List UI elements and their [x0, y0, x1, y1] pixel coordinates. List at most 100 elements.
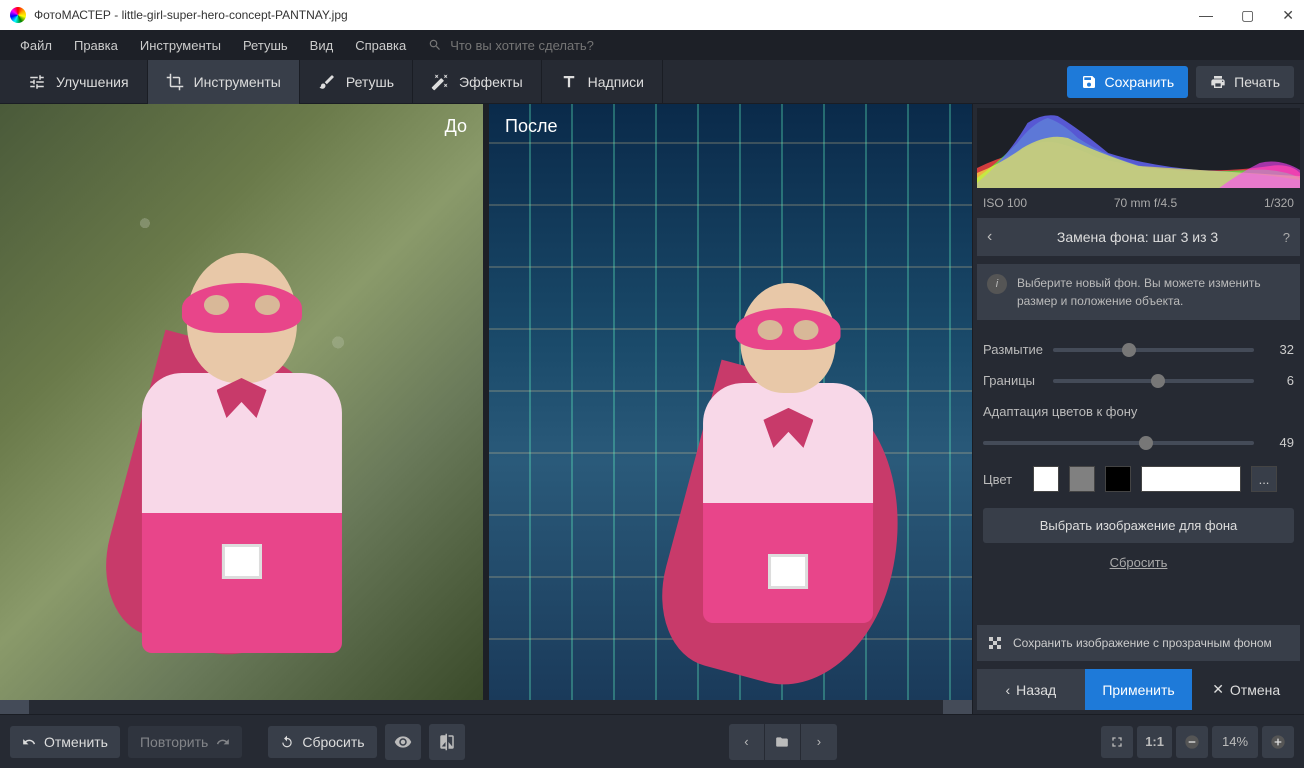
menu-help[interactable]: Справка [345, 34, 416, 57]
menubar: Файл Правка Инструменты Ретушь Вид Справ… [0, 30, 1304, 60]
info-box: i Выберите новый фон. Вы можете изменить… [977, 264, 1300, 320]
adapt-label: Адаптация цветов к фону [973, 396, 1304, 427]
tab-effects[interactable]: Эффекты [413, 60, 542, 104]
tab-enhance-label: Улучшения [56, 74, 129, 90]
color-white[interactable] [1033, 466, 1059, 492]
after-view: После [489, 104, 972, 700]
redo-label: Повторить [140, 734, 208, 750]
text-icon [560, 73, 578, 91]
exif-info: ISO 100 70 mm f/4.5 1/320 [973, 192, 1304, 214]
tab-tools[interactable]: Инструменты [148, 60, 300, 104]
titlebar: ФотоМАСТЕР - little-girl-super-hero-conc… [0, 0, 1304, 30]
back-button[interactable]: ‹Назад [977, 669, 1085, 710]
color-more-button[interactable]: ... [1251, 466, 1277, 492]
tab-text-label: Надписи [588, 74, 644, 90]
browse-button[interactable] [765, 724, 801, 760]
save-icon [1081, 74, 1097, 90]
color-black[interactable] [1105, 466, 1131, 492]
reset-label: Сбросить [302, 734, 364, 750]
blur-label: Размытие [983, 342, 1043, 357]
tab-enhance[interactable]: Улучшения [10, 60, 148, 104]
prev-button[interactable]: ‹ [729, 724, 765, 760]
cancel-button[interactable]: ✕Отмена [1192, 669, 1300, 710]
adapt-slider[interactable] [983, 441, 1254, 445]
histogram[interactable] [977, 108, 1300, 188]
zoom-group: 1:1 14% [1101, 726, 1294, 758]
sidebar: ISO 100 70 mm f/4.5 1/320 ‹ Замена фона:… [972, 104, 1304, 714]
close-button[interactable]: ✕ [1282, 7, 1294, 24]
panel-help-button[interactable]: ? [1283, 230, 1290, 245]
edges-label: Границы [983, 373, 1043, 388]
reset-button[interactable]: Сбросить [268, 726, 376, 758]
menu-file[interactable]: Файл [10, 34, 62, 57]
print-button[interactable]: Печать [1196, 66, 1294, 98]
action-buttons: ‹Назад Применить ✕Отмена [977, 669, 1300, 710]
before-view: До [0, 104, 483, 700]
undo-button[interactable]: Отменить [10, 726, 120, 758]
toolbar: Улучшения Инструменты Ретушь Эффекты Над… [0, 60, 1304, 104]
reset-link[interactable]: Сбросить [973, 551, 1304, 574]
choose-bg-button[interactable]: Выбрать изображение для фона [983, 508, 1294, 543]
compare-icon [438, 733, 456, 751]
color-gray[interactable] [1069, 466, 1095, 492]
exif-iso: ISO 100 [983, 196, 1027, 210]
edges-value: 6 [1264, 373, 1294, 388]
save-transparent-label: Сохранить изображение с прозрачным фоном [1013, 636, 1272, 650]
info-text: Выберите новый фон. Вы можете изменить р… [1017, 274, 1290, 310]
eye-button[interactable] [385, 724, 421, 760]
print-icon [1210, 74, 1226, 90]
menu-view[interactable]: Вид [300, 34, 344, 57]
blur-slider-row: Размытие 32 [973, 334, 1304, 365]
search-box[interactable] [428, 38, 650, 53]
color-custom[interactable] [1141, 466, 1241, 492]
brush-icon [318, 73, 336, 91]
canvas[interactable]: До После [0, 104, 972, 700]
compare-button[interactable] [429, 724, 465, 760]
adapt-value: 49 [1264, 435, 1294, 450]
window-controls: — ▢ ✕ [1199, 7, 1294, 24]
zoom-out-button[interactable] [1176, 726, 1208, 758]
edges-slider-row: Границы 6 [973, 365, 1304, 396]
minimize-button[interactable]: — [1199, 7, 1213, 24]
tab-retouch[interactable]: Ретушь [300, 60, 413, 104]
footer: Отменить Повторить Сбросить ‹ › 1:1 14% [0, 714, 1304, 768]
sliders-icon [28, 73, 46, 91]
fit-icon [1109, 734, 1125, 750]
horizontal-scrollbar[interactable] [0, 700, 972, 714]
menu-retouch[interactable]: Ретушь [233, 34, 298, 57]
canvas-area: До После [0, 104, 972, 714]
after-label: После [505, 116, 557, 137]
adapt-slider-row: 49 [973, 427, 1304, 458]
undo-icon [22, 735, 36, 749]
exif-shutter: 1/320 [1264, 196, 1294, 210]
exif-lens: 70 mm f/4.5 [1114, 196, 1177, 210]
edges-slider[interactable] [1053, 379, 1254, 383]
panel-title: Замена фона: шаг 3 из 3 [992, 229, 1282, 245]
window-title: ФотоМАСТЕР - little-girl-super-hero-conc… [34, 8, 348, 22]
color-row: Цвет ... [973, 458, 1304, 500]
tab-effects-label: Эффекты [459, 74, 523, 90]
eye-icon [394, 733, 412, 751]
next-button[interactable]: › [801, 724, 837, 760]
tab-retouch-label: Ретушь [346, 74, 394, 90]
tab-text[interactable]: Надписи [542, 60, 663, 104]
reset-icon [280, 735, 294, 749]
before-label: До [445, 116, 467, 137]
apply-button[interactable]: Применить [1085, 669, 1193, 710]
blur-slider[interactable] [1053, 348, 1254, 352]
panel-header: ‹ Замена фона: шаг 3 из 3 ? [977, 218, 1300, 256]
tab-tools-label: Инструменты [194, 74, 281, 90]
menu-edit[interactable]: Правка [64, 34, 128, 57]
zoom-value[interactable]: 14% [1212, 726, 1258, 758]
maximize-button[interactable]: ▢ [1241, 7, 1254, 24]
zoom-in-button[interactable] [1262, 726, 1294, 758]
info-icon: i [987, 274, 1007, 294]
search-input[interactable] [450, 38, 650, 53]
fit-button[interactable] [1101, 726, 1133, 758]
app-logo [10, 7, 26, 23]
ratio-button[interactable]: 1:1 [1137, 726, 1172, 758]
save-button[interactable]: Сохранить [1067, 66, 1189, 98]
menu-tools[interactable]: Инструменты [130, 34, 231, 57]
save-transparent-button[interactable]: Сохранить изображение с прозрачным фоном [977, 625, 1300, 661]
redo-button[interactable]: Повторить [128, 726, 242, 758]
